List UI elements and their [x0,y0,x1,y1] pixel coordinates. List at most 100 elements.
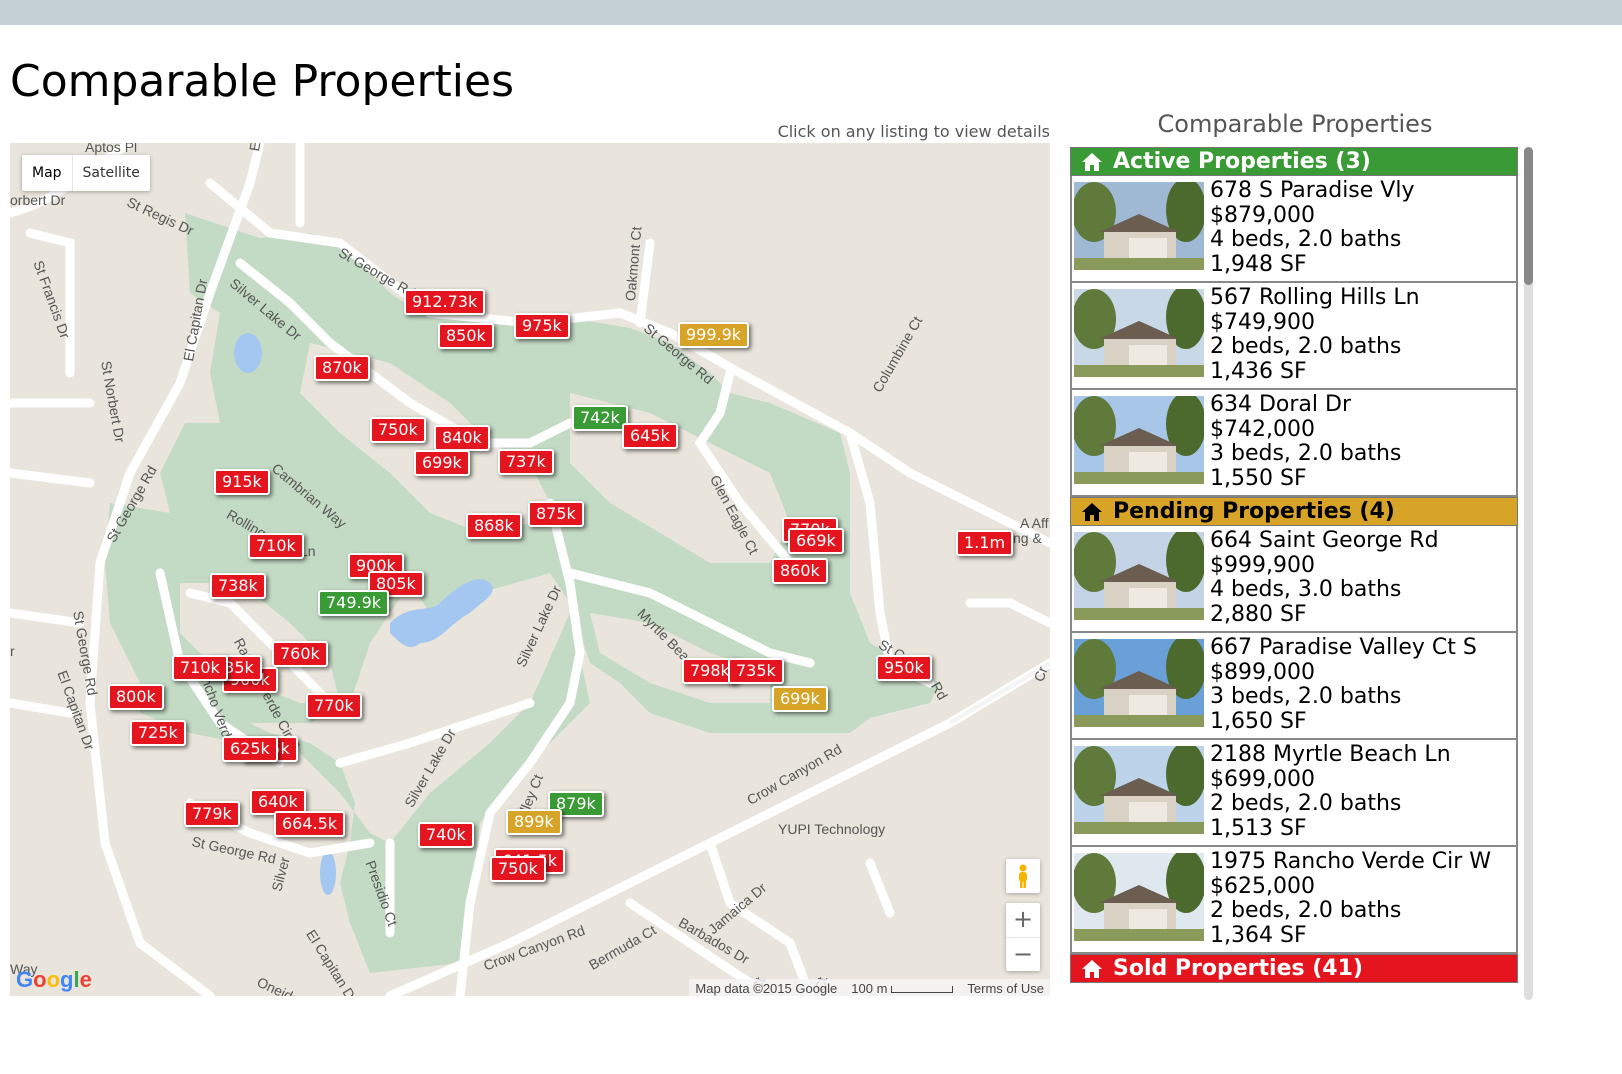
street-label: orbert Dr [10,192,66,208]
listing-marker[interactable]: 710k [248,533,304,559]
logo-letter: e [79,967,92,992]
listing-marker[interactable]: 749.9k [318,590,390,616]
listing-beds-baths: 4 beds, 2.0 baths [1210,227,1402,252]
listing-marker[interactable]: 740k [418,822,474,848]
home-icon [1082,502,1102,521]
listing-marker[interactable]: 840k [434,425,490,451]
listing-address: 634 Doral Dr [1210,392,1352,417]
listing-marker[interactable]: 779k [184,801,240,827]
listing-marker[interactable]: 699k [772,686,828,712]
listing-marker[interactable]: 699k [414,450,470,476]
street-view-control[interactable] [1006,859,1040,893]
listing-price: $999,900 [1210,552,1315,578]
listing-address: 1975 Rancho Verde Cir W [1210,849,1491,874]
listing-sqft: 1,650 SF [1210,708,1307,734]
listing-marker[interactable]: 735k [728,658,784,684]
listing-card[interactable]: 667 Paradise Valley Ct S $899,000 3 beds, … [1070,633,1518,740]
map-hint: Click on any listing to view details [777,122,1050,141]
listing-card[interactable]: 664 Saint George Rd $999,900 4 beds, 3.0 b… [1070,526,1518,633]
zoom-in-button[interactable]: + [1006,903,1040,937]
listing-price: $742,000 [1210,416,1315,442]
listing-marker[interactable]: 625k [222,736,278,762]
listing-photo [1074,639,1204,727]
listing-sqft: 1,948 SF [1210,251,1307,277]
listing-marker[interactable]: 738k [210,573,266,599]
street-label: YUPI Technology [778,821,886,837]
map-type-map-button[interactable]: Map [22,155,72,191]
listing-marker[interactable]: 725k [130,720,186,746]
listing-address: 667 Paradise Valley Ct S [1210,635,1477,660]
scrollbar-thumb[interactable] [1524,147,1533,285]
street-label: r [10,643,15,659]
listing-card[interactable]: 634 Doral Dr $742,000 3 beds, 2.0 baths 1,5… [1070,390,1518,497]
terms-link[interactable]: Terms of Use [967,981,1044,996]
zoom-out-button[interactable]: − [1006,937,1040,972]
listing-sqft: 2,880 SF [1210,601,1307,627]
map[interactable]: Map Satellite Aptos PlEl Caorbert DrSt R… [10,143,1050,996]
google-logo: Google [16,967,92,993]
listing-marker[interactable]: 760k [272,641,328,667]
logo-letter: G [16,967,34,992]
group-header-sold[interactable]: Sold Properties (41) [1070,954,1518,983]
listing-photo [1074,746,1204,834]
listing-marker[interactable]: 870k [314,355,370,381]
listing-marker[interactable]: 912.73k [404,289,486,315]
listing-marker[interactable]: 710k [172,655,228,681]
listing-panel[interactable]: Active Properties (3) 678 S Paradise Vly $… [1070,147,1518,1000]
pond [234,333,262,373]
logo-letter: g [60,967,74,992]
map-type-control: Map Satellite [22,155,150,191]
listing-photo [1074,853,1204,941]
listing-details: 567 Rolling Hills Ln $749,900 2 beds, 2.0 … [1210,283,1420,384]
listing-marker[interactable]: 1.1m [956,530,1014,556]
listing-photo [1074,289,1204,377]
group-header-active[interactable]: Active Properties (3) [1070,147,1518,176]
listing-beds-baths: 3 beds, 2.0 baths [1210,684,1402,709]
listing-marker[interactable]: 860k [772,558,828,584]
listing-price: $879,000 [1210,202,1315,228]
home-icon [1082,152,1102,171]
group-header-pending[interactable]: Pending Properties (4) [1070,497,1518,526]
listing-photo [1074,396,1204,484]
listing-card[interactable]: 1975 Rancho Verde Cir W $625,000 2 beds, 2… [1070,847,1518,954]
listing-marker[interactable]: 875k [528,501,584,527]
listing-marker[interactable]: 975k [514,313,570,339]
street-label: Aptos Pl [85,143,138,155]
listing-details: 1975 Rancho Verde Cir W $625,000 2 beds, 2… [1210,847,1491,948]
listing-marker[interactable]: 999.9k [678,322,750,348]
listing-details: 664 Saint George Rd $999,900 4 beds, 3.0 b… [1210,526,1439,627]
listing-details: 2188 Myrtle Beach Ln $699,000 2 beds, 2.0 … [1210,740,1451,841]
listing-marker[interactable]: 800k [108,684,164,710]
listing-price: $749,900 [1210,309,1315,335]
listing-beds-baths: 2 beds, 2.0 baths [1210,791,1402,816]
listing-marker[interactable]: 669k [788,528,844,554]
listing-marker[interactable]: 750k [490,856,546,882]
listing-card[interactable]: 678 S Paradise Vly $879,000 4 beds, 2.0 ba… [1070,176,1518,283]
group-header-label: Active Properties (3) [1113,149,1371,174]
listing-address: 678 S Paradise Vly [1210,178,1415,203]
listing-sqft: 1,436 SF [1210,358,1307,384]
pond [320,851,336,895]
map-type-satellite-button[interactable]: Satellite [71,155,150,191]
listing-marker[interactable]: 750k [370,417,426,443]
listing-marker[interactable]: 737k [498,449,554,475]
listing-marker[interactable]: 899k [506,809,562,835]
listing-marker[interactable]: 950k [876,655,932,681]
listing-marker[interactable]: 915k [214,469,270,495]
listing-card[interactable]: 2188 Myrtle Beach Ln $699,000 2 beds, 2.0 … [1070,740,1518,847]
listing-beds-baths: 4 beds, 3.0 baths [1210,577,1402,602]
listing-card[interactable]: 567 Rolling Hills Ln $749,900 2 beds, 2.0 … [1070,283,1518,390]
listing-marker[interactable]: 645k [622,423,678,449]
listing-price: $625,000 [1210,873,1315,899]
listing-details: 634 Doral Dr $742,000 3 beds, 2.0 baths 1,5… [1210,390,1401,491]
listing-marker[interactable]: 850k [438,323,494,349]
listing-price: $899,000 [1210,659,1315,685]
listing-marker[interactable]: 770k [306,693,362,719]
listing-marker[interactable]: 664.5k [274,811,346,837]
home-icon [1082,959,1102,978]
listing-photo [1074,532,1204,620]
listing-sqft: 1,513 SF [1210,815,1307,841]
listing-marker[interactable]: 742k [572,405,628,431]
listing-marker[interactable]: 868k [466,513,522,539]
logo-letter: o [46,967,61,992]
